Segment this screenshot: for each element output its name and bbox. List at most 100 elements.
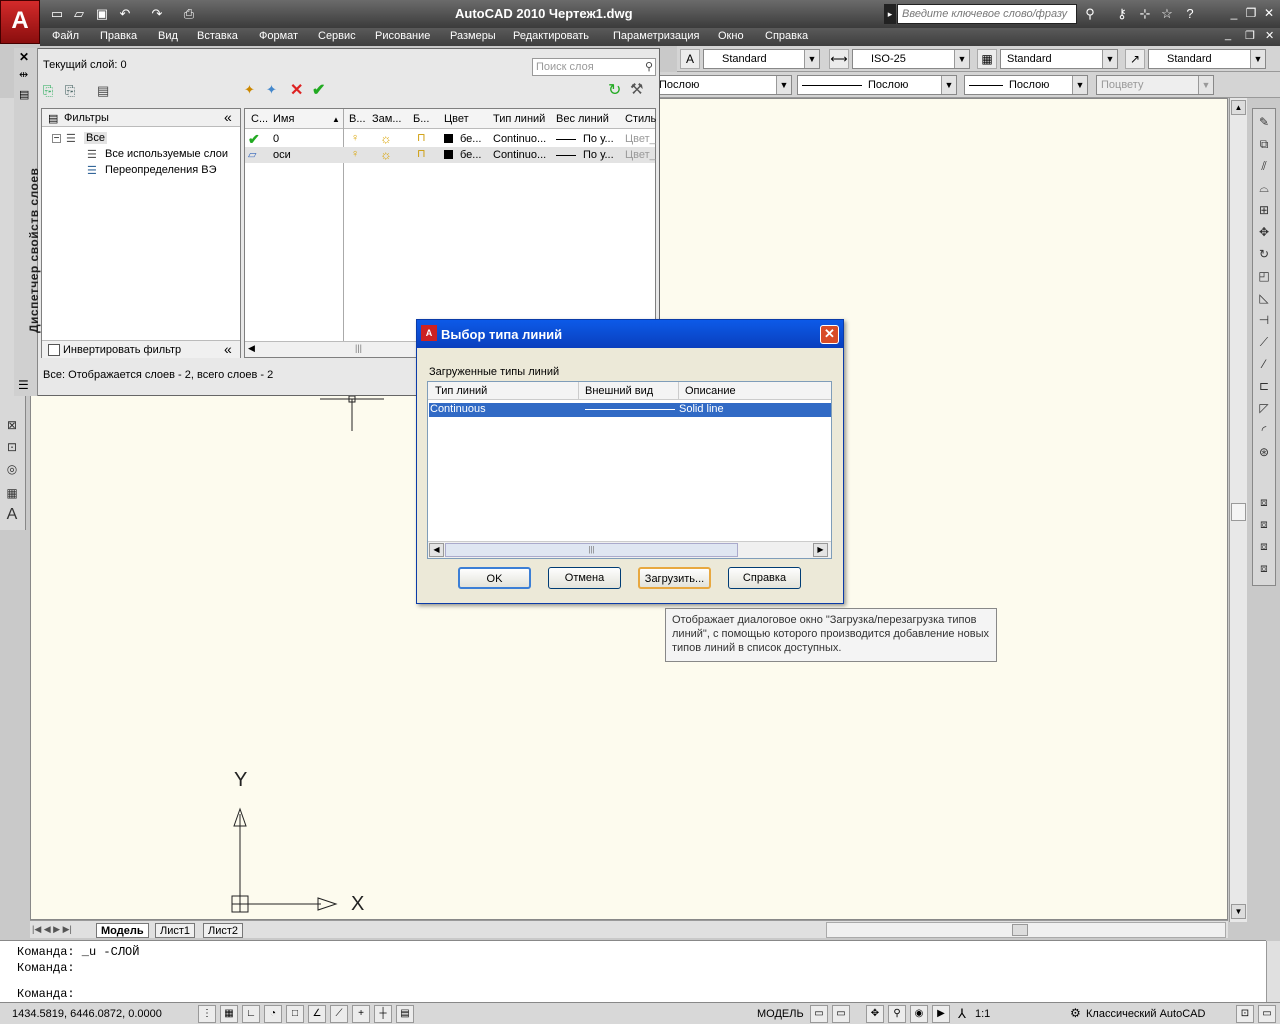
menu-draw[interactable]: Рисование (375, 30, 430, 42)
color-swatch[interactable] (444, 150, 453, 159)
print-icon[interactable]: ⎙ (180, 5, 198, 23)
menu-insert[interactable]: Вставка (197, 30, 238, 42)
array-icon[interactable]: ⊞ (1255, 201, 1273, 219)
table-style-icon[interactable]: ▦ (977, 49, 997, 69)
vertical-scrollbar[interactable]: ▲ ▼ (1229, 98, 1247, 922)
lineweight-combo[interactable]: Послою ▼ (964, 75, 1088, 95)
horizontal-scrollbar[interactable] (826, 922, 1226, 938)
mirror-icon[interactable]: ⫽ (1255, 157, 1273, 175)
help-button[interactable]: Справка (728, 567, 801, 589)
qp-icon[interactable]: ▤ (396, 1005, 414, 1023)
make-block-icon[interactable]: ⊠ (3, 416, 21, 434)
settings-icon[interactable]: ⚒ (630, 80, 643, 98)
unlock-icon[interactable]: ⊓ (417, 131, 426, 144)
tab-sheet1[interactable]: Лист1 (155, 923, 196, 938)
dyn-icon[interactable]: + (352, 1005, 370, 1023)
col-on[interactable]: В... (349, 113, 366, 125)
col-lock[interactable]: Б... (413, 113, 429, 125)
tree-item-overrides[interactable]: Переопределения ВЭ (105, 164, 217, 176)
break-icon[interactable]: ⁄ (1255, 355, 1273, 373)
ok-button[interactable]: OK (458, 567, 531, 589)
tab-model[interactable]: Модель (96, 923, 149, 938)
hscroll-thumb[interactable] (1012, 924, 1028, 936)
hscroll-thumb[interactable]: ||| (445, 543, 738, 557)
chevron-down-icon[interactable]: ▼ (954, 50, 969, 68)
linetype-combo[interactable]: Послою ▼ (797, 75, 957, 95)
scroll-left-icon[interactable]: ◀ (248, 343, 255, 354)
dim-style-combo[interactable]: ISO-25 ▼ (852, 49, 970, 69)
dim-style-icon[interactable]: ⟷ (829, 49, 849, 69)
menu-parametric[interactable]: Параметризация (613, 30, 699, 42)
scroll-left-icon[interactable]: ◀ (429, 543, 444, 557)
new-property-filter-icon[interactable]: ⎘ (43, 83, 53, 99)
tree-item-used[interactable]: Все используемые слои (105, 148, 228, 160)
extend-icon[interactable]: ⟋ (1255, 333, 1273, 351)
col-plotstyle[interactable]: Стиль (625, 113, 656, 125)
invert-filter-checkbox[interactable] (48, 344, 60, 356)
subscription-icon[interactable]: ⊹ (1135, 4, 1155, 24)
app-menu-button[interactable]: A (0, 0, 40, 44)
annotation-scale-icon[interactable]: ⅄ (958, 1006, 966, 1022)
key-icon[interactable]: ⚷ (1112, 4, 1132, 24)
menu-dimension[interactable]: Размеры (450, 30, 496, 42)
col-appearance[interactable]: Внешний вид (585, 385, 653, 397)
maximize-icon[interactable]: ❐ (1243, 6, 1259, 20)
join-icon[interactable]: ⊏ (1255, 377, 1273, 395)
chevron-down-icon[interactable]: ▼ (804, 50, 819, 68)
bulb-icon[interactable]: ♀ (351, 132, 359, 144)
chevron-down-icon[interactable]: ▼ (776, 76, 791, 94)
trim-icon[interactable]: ⊣ (1255, 311, 1273, 329)
col-linetype[interactable]: Тип линий (493, 113, 545, 125)
lwt-icon[interactable]: ┼ (374, 1005, 392, 1023)
redo-icon[interactable]: ↷ (148, 5, 166, 23)
binoculars-icon[interactable]: ⚲ (1080, 4, 1100, 24)
scroll-down-icon[interactable]: ▼ (1231, 904, 1246, 919)
dialog-titlebar[interactable]: A Выбор типа линий (417, 320, 843, 348)
stretch-icon[interactable]: ◺ (1255, 289, 1273, 307)
copy-icon[interactable]: ⧉ (1255, 135, 1273, 153)
search-input[interactable]: Введите ключевое слово/фразу (897, 4, 1077, 24)
hscroll-thumb[interactable]: ||| (355, 343, 362, 353)
dialog-close-button[interactable]: ✕ (820, 325, 839, 344)
set-current-icon[interactable]: ✔ (312, 80, 325, 100)
menu-file[interactable]: Файл (52, 30, 79, 42)
collapse-icon[interactable]: « (224, 341, 232, 357)
lock-icon[interactable]: ⊡ (1236, 1005, 1254, 1023)
workspace-gear-icon[interactable]: ⚙ (1070, 1006, 1081, 1020)
osnap-icon[interactable]: □ (286, 1005, 304, 1023)
doc-close-icon[interactable]: ✕ (1265, 29, 1274, 42)
model-space-toggle[interactable]: МОДЕЛЬ (757, 1008, 804, 1020)
doc-restore-icon[interactable]: ❐ (1245, 29, 1255, 42)
offset-icon[interactable]: ⌓ (1255, 179, 1273, 197)
mtext-icon[interactable]: A (3, 506, 21, 524)
send-back-icon[interactable]: ⧈ (1255, 537, 1273, 555)
snap-icon[interactable]: ⋮ (198, 1005, 216, 1023)
new-layer-vp-frozen-icon[interactable]: ✦ (266, 82, 277, 98)
col-color[interactable]: Цвет (444, 113, 469, 125)
col-linetype[interactable]: Тип линий (435, 385, 487, 397)
text-style-combo[interactable]: Standard ▼ (703, 49, 820, 69)
showmotion-icon[interactable]: ▶ (932, 1005, 950, 1023)
layer-search-input[interactable]: Поиск слоя ⚲ (532, 58, 656, 76)
bring-front-icon[interactable]: ⧈ (1255, 515, 1273, 533)
otrack-icon[interactable]: ∠ (308, 1005, 326, 1023)
bulb-icon[interactable]: ♀ (351, 148, 359, 160)
scroll-thumb[interactable] (1231, 503, 1246, 521)
tree-expander-icon[interactable]: − (52, 134, 61, 144)
menu-modify[interactable]: Редактировать (513, 30, 589, 42)
col-description[interactable]: Описание (685, 385, 736, 397)
col-freeze[interactable]: Зам... (372, 113, 402, 125)
tab-sheet2[interactable]: Лист2 (203, 923, 244, 938)
draworder-icon[interactable]: ⧈ (1255, 493, 1273, 511)
cancel-button[interactable]: Отмена (548, 567, 621, 589)
scroll-right-icon[interactable]: ▶ (813, 543, 828, 557)
explode-icon[interactable]: ⊛ (1255, 443, 1273, 461)
region-icon[interactable]: ◎ (3, 460, 21, 478)
chevron-down-icon[interactable]: ▼ (1102, 50, 1117, 68)
menu-tools[interactable]: Сервис (318, 30, 356, 42)
command-scrollbar[interactable] (1266, 941, 1280, 1003)
minimize-icon[interactable]: _ (1226, 6, 1242, 20)
command-line[interactable]: Команда: _u -СЛОЙ Команда: Команда: (0, 940, 1280, 1003)
autohide-icon[interactable]: ⇹ (19, 68, 28, 81)
ortho-icon[interactable]: ∟ (242, 1005, 260, 1023)
